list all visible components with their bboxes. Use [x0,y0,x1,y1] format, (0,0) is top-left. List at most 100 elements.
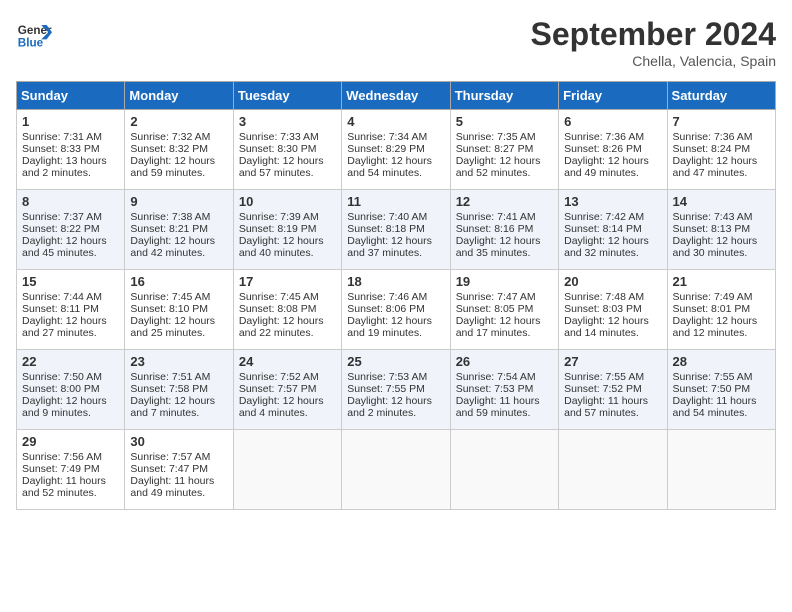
calendar-cell: 22Sunrise: 7:50 AMSunset: 8:00 PMDayligh… [17,350,125,430]
calendar-cell: 21Sunrise: 7:49 AMSunset: 8:01 PMDayligh… [667,270,775,350]
calendar-cell: 15Sunrise: 7:44 AMSunset: 8:11 PMDayligh… [17,270,125,350]
day-info: and 49 minutes. [564,167,661,179]
calendar-cell: 23Sunrise: 7:51 AMSunset: 7:58 PMDayligh… [125,350,233,430]
day-info: Sunrise: 7:54 AM [456,371,553,383]
calendar-cell: 12Sunrise: 7:41 AMSunset: 8:16 PMDayligh… [450,190,558,270]
day-info: Sunset: 8:03 PM [564,303,661,315]
day-number: 10 [239,194,336,209]
day-info: Sunset: 8:08 PM [239,303,336,315]
day-info: Sunset: 7:50 PM [673,383,770,395]
day-info: Daylight: 12 hours [22,235,119,247]
day-info: Sunset: 7:57 PM [239,383,336,395]
day-info: and 35 minutes. [456,247,553,259]
calendar-cell [342,430,450,510]
calendar-cell: 4Sunrise: 7:34 AMSunset: 8:29 PMDaylight… [342,110,450,190]
day-info: Sunrise: 7:56 AM [22,451,119,463]
title-block: September 2024 Chella, Valencia, Spain [531,16,776,69]
day-info: Sunset: 8:18 PM [347,223,444,235]
day-number: 28 [673,354,770,369]
day-info: Sunset: 8:06 PM [347,303,444,315]
day-info: Sunrise: 7:55 AM [564,371,661,383]
day-info: Sunrise: 7:40 AM [347,211,444,223]
calendar-table: SundayMondayTuesdayWednesdayThursdayFrid… [16,81,776,510]
calendar-cell: 8Sunrise: 7:37 AMSunset: 8:22 PMDaylight… [17,190,125,270]
logo-icon: General Blue [16,16,52,52]
day-info: Sunset: 8:21 PM [130,223,227,235]
day-info: Sunset: 7:49 PM [22,463,119,475]
calendar-week-3: 15Sunrise: 7:44 AMSunset: 8:11 PMDayligh… [17,270,776,350]
day-info: and 9 minutes. [22,407,119,419]
day-info: Sunset: 8:22 PM [22,223,119,235]
day-info: Sunset: 8:29 PM [347,143,444,155]
col-header-thursday: Thursday [450,82,558,110]
day-info: and 14 minutes. [564,327,661,339]
day-number: 16 [130,274,227,289]
day-info: Daylight: 12 hours [130,315,227,327]
day-info: and 19 minutes. [347,327,444,339]
day-info: Sunset: 8:05 PM [456,303,553,315]
calendar-cell: 27Sunrise: 7:55 AMSunset: 7:52 PMDayligh… [559,350,667,430]
day-info: and 30 minutes. [673,247,770,259]
day-info: and 37 minutes. [347,247,444,259]
day-info: Sunrise: 7:39 AM [239,211,336,223]
calendar-cell [667,430,775,510]
day-info: Daylight: 12 hours [130,395,227,407]
day-info: Daylight: 11 hours [673,395,770,407]
calendar-cell: 9Sunrise: 7:38 AMSunset: 8:21 PMDaylight… [125,190,233,270]
day-info: and 7 minutes. [130,407,227,419]
day-info: Sunrise: 7:45 AM [239,291,336,303]
day-info: Sunrise: 7:51 AM [130,371,227,383]
calendar-cell: 2Sunrise: 7:32 AMSunset: 8:32 PMDaylight… [125,110,233,190]
col-header-tuesday: Tuesday [233,82,341,110]
day-info: and 32 minutes. [564,247,661,259]
day-number: 24 [239,354,336,369]
day-info: Sunrise: 7:53 AM [347,371,444,383]
day-info: and 2 minutes. [347,407,444,419]
day-info: Sunrise: 7:50 AM [22,371,119,383]
day-info: and 57 minutes. [564,407,661,419]
day-info: Sunset: 7:53 PM [456,383,553,395]
day-info: Sunset: 8:24 PM [673,143,770,155]
day-info: Daylight: 12 hours [347,235,444,247]
day-number: 23 [130,354,227,369]
day-info: Sunrise: 7:42 AM [564,211,661,223]
day-info: Sunrise: 7:35 AM [456,131,553,143]
calendar-cell: 5Sunrise: 7:35 AMSunset: 8:27 PMDaylight… [450,110,558,190]
day-info: and 52 minutes. [22,487,119,499]
calendar-cell: 10Sunrise: 7:39 AMSunset: 8:19 PMDayligh… [233,190,341,270]
day-info: and 4 minutes. [239,407,336,419]
day-info: Sunrise: 7:52 AM [239,371,336,383]
day-info: Daylight: 12 hours [347,315,444,327]
day-info: Daylight: 12 hours [22,315,119,327]
day-info: Sunrise: 7:34 AM [347,131,444,143]
day-info: Sunrise: 7:55 AM [673,371,770,383]
day-info: Daylight: 12 hours [239,315,336,327]
day-info: Sunrise: 7:32 AM [130,131,227,143]
day-info: Sunset: 8:13 PM [673,223,770,235]
calendar-cell: 20Sunrise: 7:48 AMSunset: 8:03 PMDayligh… [559,270,667,350]
day-info: Daylight: 11 hours [22,475,119,487]
day-info: Sunrise: 7:33 AM [239,131,336,143]
day-info: Sunrise: 7:41 AM [456,211,553,223]
day-number: 30 [130,434,227,449]
day-number: 5 [456,114,553,129]
day-number: 15 [22,274,119,289]
calendar-cell: 3Sunrise: 7:33 AMSunset: 8:30 PMDaylight… [233,110,341,190]
day-number: 13 [564,194,661,209]
day-number: 1 [22,114,119,129]
day-info: Daylight: 12 hours [347,155,444,167]
day-info: and 52 minutes. [456,167,553,179]
calendar-cell: 16Sunrise: 7:45 AMSunset: 8:10 PMDayligh… [125,270,233,350]
day-info: and 54 minutes. [347,167,444,179]
day-info: and 40 minutes. [239,247,336,259]
calendar-week-5: 29 Sunrise: 7:56 AMSunset: 7:49 PMDayligh… [17,430,776,510]
day-info: and 47 minutes. [673,167,770,179]
col-header-monday: Monday [125,82,233,110]
day-number: 9 [130,194,227,209]
day-number: 29 [22,434,119,449]
day-info: and 42 minutes. [130,247,227,259]
day-info: and 22 minutes. [239,327,336,339]
day-info: Sunset: 7:55 PM [347,383,444,395]
day-info: Sunset: 8:30 PM [239,143,336,155]
day-number: 8 [22,194,119,209]
